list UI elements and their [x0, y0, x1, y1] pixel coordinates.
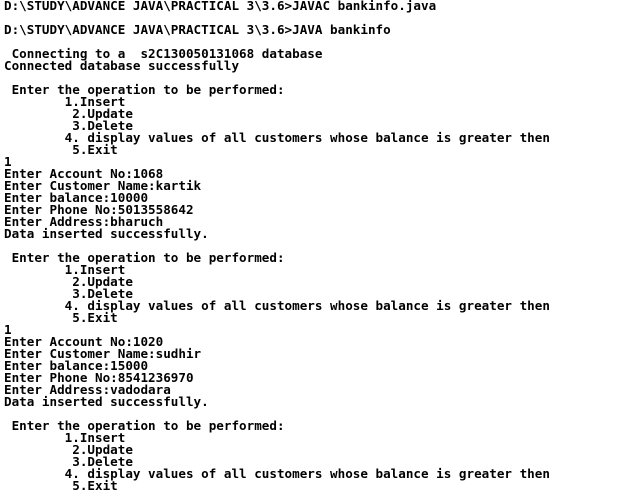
console-line-3: D:\STUDY\ADVANCE JAVA\PRACTICAL 3\3.6>JA… [4, 22, 391, 37]
console-line-34: Data inserted successfully. [4, 394, 209, 409]
console-line-27: 5.Exit [4, 310, 118, 325]
console-line-41: 5.Exit [4, 478, 118, 493]
console-line-1: D:\STUDY\ADVANCE JAVA\PRACTICAL 3\3.6>JA… [4, 0, 437, 13]
console-line-6: Connected database successfully [4, 58, 240, 73]
console-line-13: 5.Exit [4, 142, 118, 157]
console-output: D:\STUDY\ADVANCE JAVA\PRACTICAL 3\3.6>JA… [4, 0, 621, 504]
console-line-20: Data inserted successfully. [4, 226, 209, 241]
